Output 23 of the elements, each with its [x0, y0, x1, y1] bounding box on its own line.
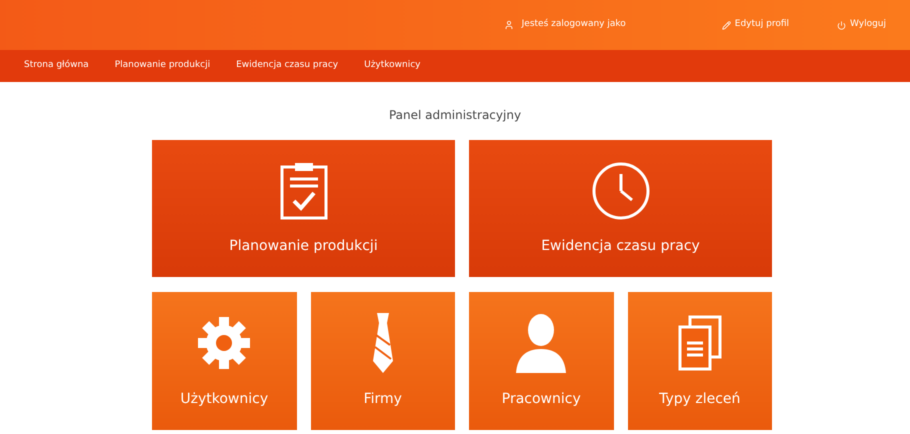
tile-button[interactable]: Pracownicy — [469, 292, 614, 430]
tile-button[interactable]: Planowanie produkcji — [152, 140, 455, 277]
logout-link[interactable]: Wyloguj — [837, 18, 886, 32]
person-icon — [516, 313, 566, 373]
clock-icon — [590, 160, 652, 222]
nav-link[interactable]: Użytkownicy — [364, 59, 421, 73]
edit-profile-link[interactable]: Edytuj profil — [722, 18, 789, 32]
tile-button[interactable]: Ewidencja czasu pracy — [469, 140, 772, 277]
power-icon — [837, 20, 846, 30]
clipboard-icon — [278, 161, 328, 221]
gear-icon — [197, 316, 252, 370]
documents-icon — [678, 315, 722, 371]
tie-icon — [370, 313, 395, 373]
user-link[interactable]: Jesteś zalogowany jako — [504, 18, 626, 32]
page-title: Panel administracyjny — [388, 107, 522, 124]
tile-button[interactable]: Firmy — [310, 292, 455, 430]
user-icon — [504, 20, 514, 30]
pencil-icon — [722, 20, 731, 30]
nav-link[interactable]: Strona główna — [24, 59, 89, 73]
tile-button[interactable]: Użytkownicy — [152, 292, 296, 430]
nav-link[interactable]: Ewidencja czasu pracy — [236, 59, 338, 73]
tile-button[interactable]: Typy zleceń — [628, 292, 772, 430]
nav-link[interactable]: Planowanie produkcji — [114, 59, 210, 73]
